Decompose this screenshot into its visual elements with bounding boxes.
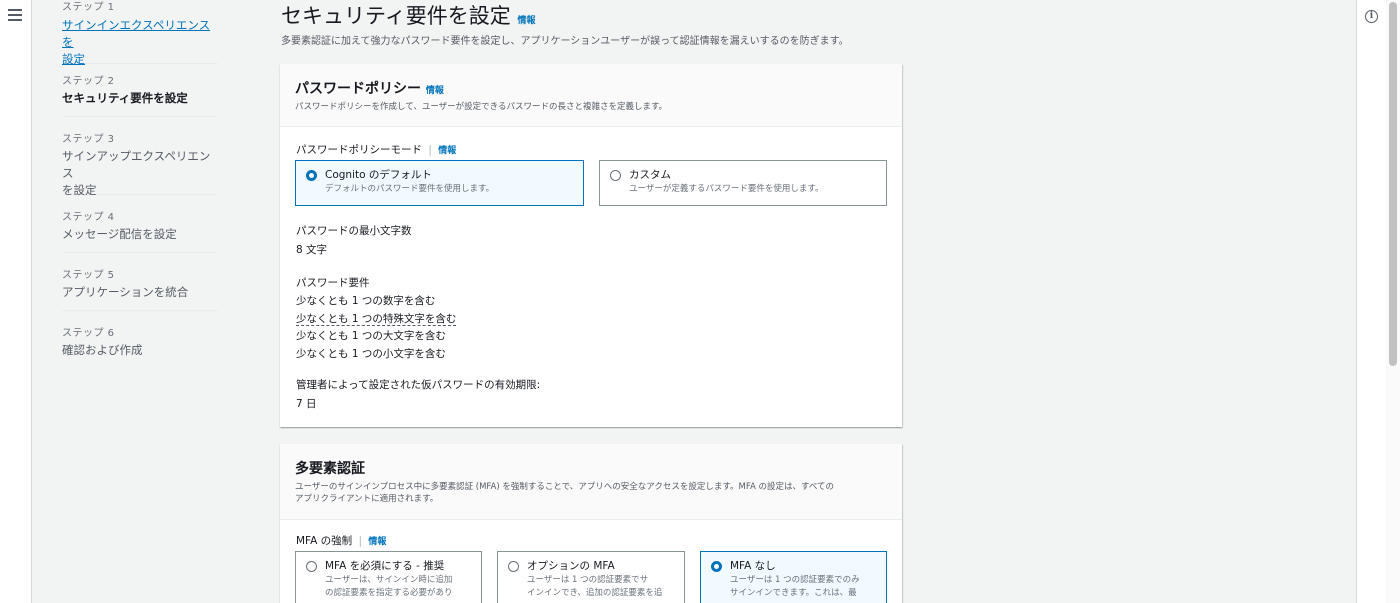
tile-description: デフォルトのパスワード要件を使用します。 [325,184,495,194]
hamburger-menu-icon[interactable] [8,9,22,23]
mfa-header: 多要素認証 ユーザーのサインインプロセス中に多要素認証 (MFA) を強制するこ… [280,444,902,520]
min-length-label: パスワードの最小文字数 [296,225,412,237]
mfa-description: ユーザーのサインインプロセス中に多要素認証 (MFA) を強制することで、アプリ… [295,482,835,504]
page-info-link[interactable]: 情報 [517,16,535,26]
page-title-text: セキュリティ要件を設定 [281,4,511,28]
step-label: ステップ 1 [62,2,115,13]
radio-button[interactable] [610,170,621,181]
step-2-title: セキュリティ要件を設定 [62,91,188,105]
mfa-panel: 多要素認証 ユーザーのサインインプロセス中に多要素認証 (MFA) を強制するこ… [280,444,902,603]
tile-title: カスタム [629,169,671,181]
requirement-item: 少なくとも 1 つの大文字を含む [296,330,446,342]
tile-description: ユーザーは 1 つの認証要素でのみ サインインできます。これは、最 [730,575,860,598]
left-rail [0,0,32,603]
tile-title: オプションの MFA [527,560,615,572]
wizard-steps-nav: ステップ 1 サインインエクスペリエンスを 設定 ステップ 2 セキュリティ要件を… [62,0,218,369]
step-1[interactable]: ステップ 1 サインインエクスペリエンスを 設定 [62,0,218,66]
vertical-scrollbar[interactable] [1386,0,1400,603]
requirements-list: 少なくとも 1 つの数字を含む 少なくとも 1 つの特殊文字を含む 少なくとも … [296,293,457,363]
tile-title: MFA を必須にする - 推奨 [325,560,445,572]
password-policy-mode-label: パスワードポリシーモード | 情報 [296,144,457,156]
requirement-item: 少なくとも 1 つの小文字を含む [296,347,446,360]
radio-button[interactable] [508,561,519,572]
step-label: ステップ 2 [62,76,115,87]
temp-password-expiry-label: 管理者によって設定された仮パスワードの有効期限: [296,379,541,391]
step-label: ステップ 3 [62,134,115,145]
info-circle-icon[interactable]: i [1365,10,1378,23]
step-1-link[interactable]: サインインエクスペリエンスを 設定 [62,17,218,68]
step-5: ステップ 5 アプリケーションを統合 [62,253,218,311]
step-5-title: アプリケーションを統合 [62,285,189,299]
right-help-rail: i [1356,0,1386,603]
mfa-option-none[interactable]: MFA なし ユーザーは 1 つの認証要素でのみ サインインできます。これは、最 [700,551,887,603]
tile-description: ユーザーは、サインイン時に追加 の認証要素を指定する必要があり [325,575,453,598]
password-policy-description: パスワードポリシーを作成して、ユーザーが設定できるパスワードの長さと複雑さを定義… [295,102,668,112]
policy-mode-cognito-default[interactable]: Cognito のデフォルト デフォルトのパスワード要件を使用します。 [295,160,584,206]
step-label: ステップ 5 [62,270,115,281]
radio-button-checked[interactable] [306,170,317,181]
step-label: ステップ 6 [62,328,115,339]
page-description: 多要素認証に加えて強力なパスワード要件を設定し、アプリケーションユーザーが誤って… [281,36,849,47]
step-label: ステップ 4 [62,212,115,223]
step-3: ステップ 3 サインアップエクスペリエンス を設定 [62,117,218,197]
tile-title: Cognito のデフォルト [325,169,432,181]
radio-button-checked[interactable] [711,561,722,572]
radio-button[interactable] [306,561,317,572]
policy-mode-custom[interactable]: カスタム ユーザーが定義するパスワード要件を使用します。 [599,160,887,206]
step-6-title: 確認および作成 [62,343,143,357]
password-policy-info-link[interactable]: 情報 [426,86,444,96]
step-3-title: サインアップエクスペリエンス を設定 [62,149,211,197]
step-4: ステップ 4 メッセージ配信を設定 [62,195,218,253]
password-policy-panel: パスワードポリシー 情報 パスワードポリシーを作成して、ユーザーが設定できるパス… [280,64,902,427]
min-length-value: 8 文字 [296,244,328,256]
mfa-enforcement-label: MFA の強制 | 情報 [296,535,387,547]
step-2: ステップ 2 セキュリティ要件を設定 [62,64,218,117]
mfa-option-optional[interactable]: オプションの MFA ユーザーは 1 つの認証要素でサ インインでき、追加の認証要… [497,551,685,603]
page-title: セキュリティ要件を設定 情報 [281,0,535,30]
mfa-enforcement-info-link[interactable]: 情報 [368,537,386,547]
step-4-title: メッセージ配信を設定 [62,227,177,241]
requirements-label: パスワード要件 [296,277,370,289]
password-policy-title: パスワードポリシー 情報 [295,81,444,97]
tile-description: ユーザーは 1 つの認証要素でサ インインでき、追加の認証要素を追 [527,575,663,598]
password-policy-header: パスワードポリシー 情報 パスワードポリシーを作成して、ユーザーが設定できるパス… [280,64,902,127]
password-policy-mode-info-link[interactable]: 情報 [438,146,456,156]
mfa-title: 多要素認証 [295,461,365,477]
tile-description: ユーザーが定義するパスワード要件を使用します。 [629,184,824,194]
step-6: ステップ 6 確認および作成 [62,311,218,369]
temp-password-expiry-value: 7 日 [296,398,317,410]
tile-title: MFA なし [730,560,776,572]
requirement-item: 少なくとも 1 つの数字を含む [296,295,436,307]
requirement-item: 少なくとも 1 つの特殊文字を含む [296,312,457,326]
mfa-option-required[interactable]: MFA を必須にする - 推奨 ユーザーは、サインイン時に追加 の認証要素を指定す… [295,551,482,603]
scrollbar-thumb[interactable] [1389,2,1397,366]
